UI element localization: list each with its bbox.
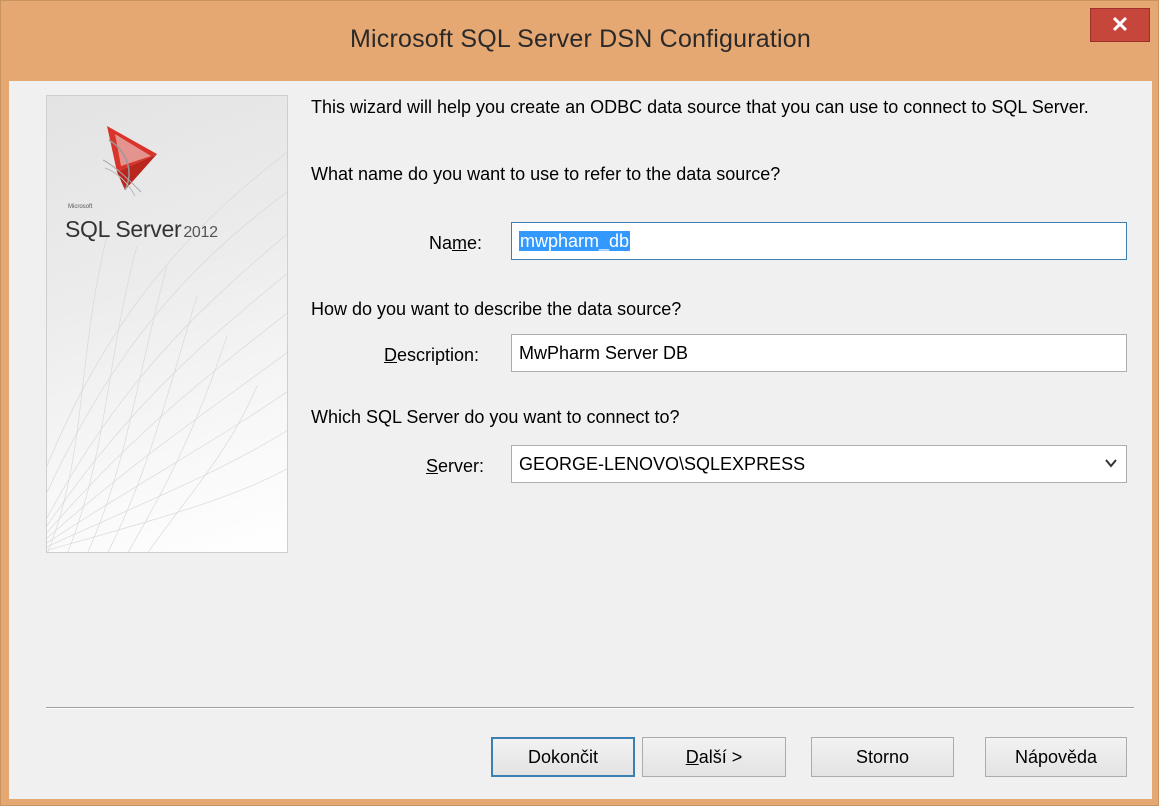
sql-server-banner: Microsoft SQL Server 2012 — [46, 95, 288, 553]
name-input[interactable]: mwpharm_db — [511, 222, 1127, 260]
product-name: SQL Server 2012 — [65, 216, 218, 243]
server-select-value: GEORGE-LENOVO\SQLEXPRESS — [519, 454, 806, 474]
server-label-mnemonic: S — [426, 456, 439, 476]
next-button[interactable]: Další > — [642, 737, 786, 777]
intro-text: This wizard will help you create an ODBC… — [311, 97, 1089, 117]
server-label-post: erver: — [438, 456, 485, 476]
close-button[interactable]: ✕ — [1090, 8, 1150, 42]
title-bar[interactable]: Microsoft SQL Server DSN Configuration ✕ — [1, 1, 1159, 81]
help-button[interactable]: Nápověda — [985, 737, 1127, 777]
name-label-post: e: — [467, 233, 483, 253]
server-question: Which SQL Server do you want to connect … — [311, 407, 680, 427]
window-title: Microsoft SQL Server DSN Configuration — [349, 25, 811, 53]
name-input-value: mwpharm_db — [519, 231, 631, 251]
cancel-button[interactable]: Storno — [811, 737, 954, 777]
server-select[interactable]: GEORGE-LENOVO\SQLEXPRESS — [511, 445, 1127, 483]
name-label-pre: Na — [429, 233, 453, 253]
sql-server-logo: Microsoft SQL Server 2012 — [65, 120, 265, 243]
name-label-mnemonic: m — [452, 233, 468, 253]
server-label: Server: — [426, 456, 484, 477]
button-separator — [46, 707, 1134, 709]
name-question: What name do you want to use to refer to… — [311, 164, 781, 184]
next-button-label: alší > — [698, 747, 743, 767]
description-label-mnemonic: D — [384, 345, 397, 365]
product-year: 2012 — [183, 224, 218, 241]
finish-button[interactable]: Dokončit — [491, 737, 635, 777]
chevron-down-icon[interactable] — [1104, 446, 1118, 496]
description-question: How do you want to describe the data sou… — [311, 299, 682, 319]
microsoft-label: Microsoft — [68, 204, 93, 210]
next-button-mnemonic: D — [685, 747, 699, 767]
product-label: SQL Server — [65, 216, 182, 242]
description-label: Description: — [384, 345, 479, 366]
name-label: Name: — [429, 233, 482, 254]
description-label-post: escription: — [397, 345, 480, 365]
chevron-down-glyph — [1105, 459, 1117, 468]
dialog-client-area: Microsoft SQL Server 2012 This wizard wil… — [9, 81, 1152, 799]
dsn-configuration-window: Microsoft SQL Server DSN Configuration ✕ — [0, 0, 1159, 806]
sql-server-logo-icon — [102, 126, 157, 197]
description-input[interactable]: MwPharm Server DB — [511, 334, 1127, 372]
